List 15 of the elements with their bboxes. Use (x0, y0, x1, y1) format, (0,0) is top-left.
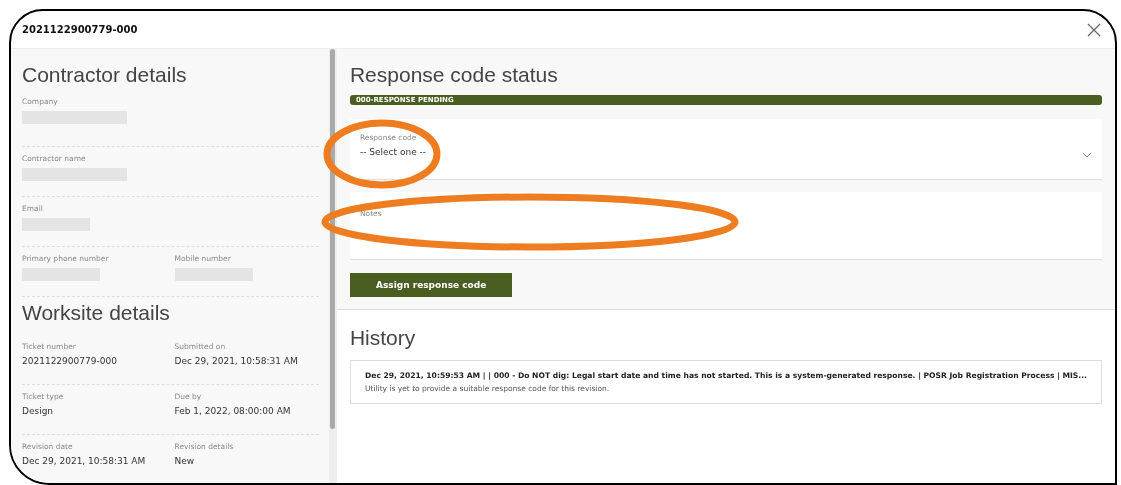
scrollbar[interactable] (329, 49, 337, 483)
section-heading: Worksite details (22, 301, 171, 325)
assign-button[interactable]: Assign response code (349, 273, 513, 297)
section-heading: Contractor details (22, 63, 188, 87)
field-value: Dec 29, 2021, 10:58:31 AM (174, 356, 299, 366)
close-icon[interactable] (1087, 22, 1101, 37)
field-value: 2021122900779-000 (22, 356, 118, 366)
window-title: 2021122900779-000 (22, 24, 138, 35)
section-heading: Response code status (349, 63, 559, 87)
field-value: Feb 1, 2022, 08:00:00 AM (174, 406, 292, 416)
field-value: Dec 29, 2021, 10:58:31 AM (22, 456, 147, 466)
field-value: Design (22, 406, 55, 416)
field-value: New (174, 456, 196, 466)
section-heading: History (349, 326, 417, 350)
chevron-down-icon (1082, 152, 1092, 158)
